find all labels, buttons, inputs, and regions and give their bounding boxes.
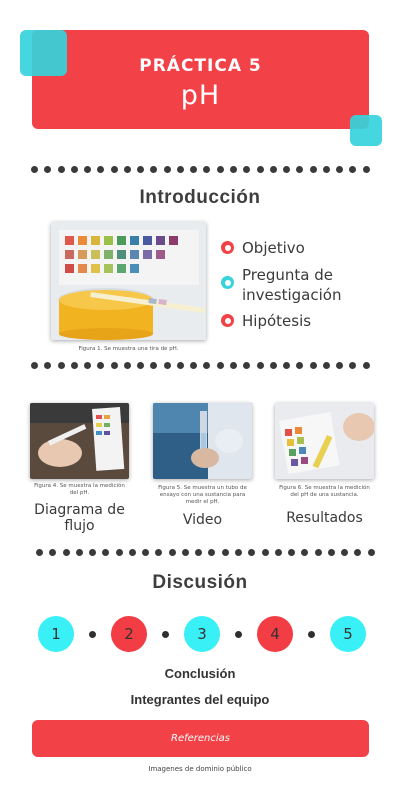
decor-square-bottom-right [350, 115, 382, 146]
bullet-label: Pregunta de investigación [242, 266, 342, 304]
intro-heading: Introducción [139, 187, 261, 208]
bullet-pregunta[interactable]: Pregunta de investigación [221, 265, 391, 305]
header-title: pH [180, 80, 221, 111]
ph-measurement-photo [275, 403, 374, 479]
step-connector-dot [308, 630, 315, 638]
bullet-marker-icon [221, 276, 234, 289]
dotted-separator [31, 166, 370, 173]
gallery-caption-2: Figura 5. Se muestra un tubo de ensayo c… [158, 485, 247, 505]
bullet-marker-icon [221, 241, 234, 254]
step-4[interactable]: 4 [257, 616, 293, 652]
conclusion-label[interactable]: Conclusión [0, 666, 400, 681]
step-5[interactable]: 5 [330, 616, 366, 652]
bullet-objetivo[interactable]: Objetivo [221, 238, 391, 258]
bullet-label: Hipótesis [242, 312, 312, 330]
step-sequence: 1 2 3 4 5 [38, 616, 366, 652]
dotted-separator [31, 362, 370, 369]
intro-bullet-list: Objetivo Pregunta de investigación Hipót… [221, 238, 391, 331]
step-connector-dot [162, 630, 169, 638]
gallery-caption-3: Figura 6. Se muestra la medición del pH … [279, 485, 370, 498]
ph-strip-photo [51, 222, 206, 340]
gallery-label-video[interactable]: Video [153, 512, 252, 528]
team-members-label[interactable]: Integrantes del equipo [0, 692, 400, 707]
measurement-photo [30, 403, 129, 479]
step-connector-dot [89, 630, 96, 638]
intro-figure-caption: Figura 1. Se muestra una tira de pH. [78, 346, 179, 352]
discussion-heading: Discusión [152, 572, 248, 593]
public-domain-note: Imagenes de dominio público [148, 765, 252, 773]
step-1[interactable]: 1 [38, 616, 74, 652]
dotted-separator [36, 549, 375, 556]
header-subtitle: PRÁCTICA 5 [139, 56, 262, 76]
step-connector-dot [235, 630, 242, 638]
step-3[interactable]: 3 [184, 616, 220, 652]
step-2[interactable]: 2 [111, 616, 147, 652]
bullet-label: Objetivo [242, 239, 305, 257]
test-tube-photo [153, 403, 252, 479]
bullet-hipotesis[interactable]: Hipótesis [221, 311, 391, 331]
gallery-caption-1: Figura 4. Se muestra la medición del pH. [34, 483, 125, 496]
bullet-marker-icon [221, 314, 234, 327]
gallery-label-resultados[interactable]: Resultados [275, 510, 374, 526]
references-button[interactable]: Referencias [32, 720, 369, 757]
gallery-label-diagrama[interactable]: Diagrama de flujo [30, 502, 129, 534]
